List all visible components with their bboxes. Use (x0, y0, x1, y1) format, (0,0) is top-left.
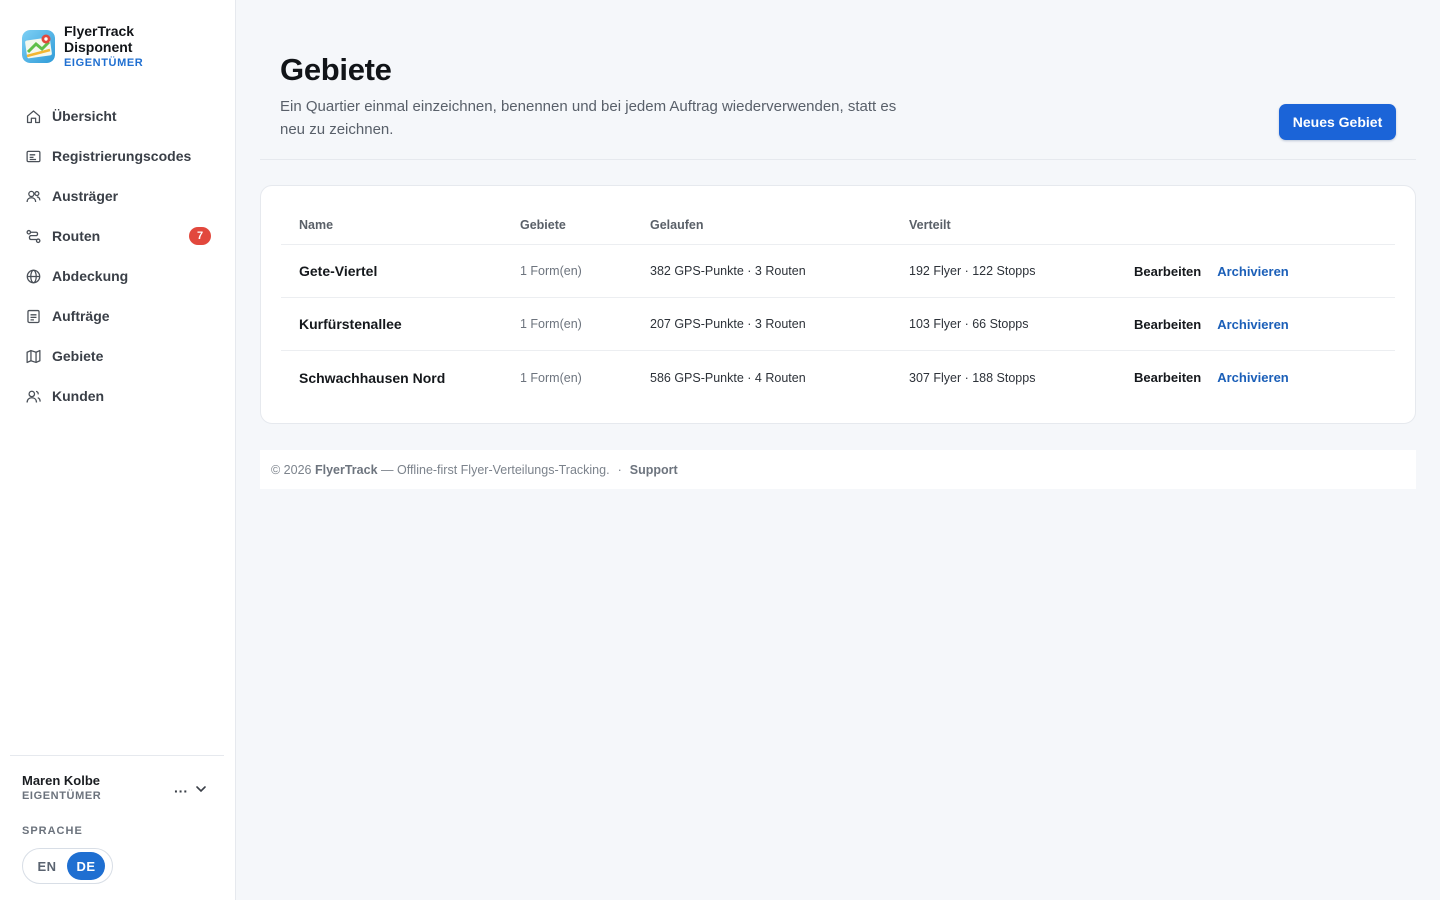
sidebar-item-kunden[interactable]: Kunden (14, 376, 222, 416)
sidebar-item-label: Registrierungscodes (52, 148, 192, 164)
archive-link[interactable]: Archivieren (1217, 370, 1289, 385)
sidebar-item-abdeckung[interactable]: Abdeckung (14, 256, 222, 296)
sidebar-item-label: Routen (52, 228, 101, 244)
table-header: Name Gebiete Gelaufen Verteilt (281, 206, 1395, 245)
area-distributed: 192 Flyer · 122 Stopps (909, 264, 1036, 278)
area-name: Schwachhausen Nord (299, 369, 446, 386)
archive-link[interactable]: Archivieren (1217, 264, 1289, 279)
sidebar-nav: Übersicht Registrierungscodes Austräger … (14, 96, 222, 416)
table-row: Gete-Viertel 1 Form(en) 382 GPS-Punkte ·… (281, 245, 1395, 298)
brand-name: FlyerTrack Disponent (64, 23, 135, 55)
area-distributed: 307 Flyer · 188 Stopps (909, 370, 1036, 385)
archive-link[interactable]: Archivieren (1217, 317, 1289, 332)
row-actions: Bearbeiten Archivieren (1134, 264, 1395, 279)
sidebar-item-uebersicht[interactable]: Übersicht (14, 96, 222, 136)
code-card-icon (24, 147, 42, 165)
globe-icon (24, 267, 42, 285)
more-icon: ··· (174, 782, 188, 799)
footer-separator: · (617, 462, 622, 477)
language-option-de[interactable]: DE (67, 852, 105, 880)
sidebar-item-austraeger[interactable]: Austräger (14, 176, 222, 216)
language-option-en[interactable]: EN (27, 852, 67, 880)
customers-icon (24, 387, 42, 405)
sidebar-item-registrierungscodes[interactable]: Registrierungscodes (14, 136, 222, 176)
sidebar-item-label: Kunden (52, 388, 105, 404)
app-logo-icon (22, 30, 55, 63)
language-toggle: EN DE (22, 848, 113, 884)
page-subtitle: Ein Quartier einmal einzeichnen, benenne… (280, 98, 897, 138)
area-walked: 207 GPS-Punkte · 3 Routen (650, 317, 806, 331)
user-profile[interactable]: Maren Kolbe EIGENTÜMER ··· (10, 756, 224, 816)
main-content: Gebiete Ein Quartier einmal einzeichnen,… (236, 0, 1440, 900)
home-icon (24, 107, 42, 125)
column-header-verteilt[interactable]: Verteilt (909, 218, 1134, 232)
sidebar-item-label: Abdeckung (52, 268, 129, 284)
sidebar-item-label: Gebiete (52, 348, 104, 364)
column-header-gebiete[interactable]: Gebiete (520, 218, 650, 232)
areas-table-card: Name Gebiete Gelaufen Verteilt Gete-Vier… (260, 185, 1416, 424)
brand[interactable]: FlyerTrack Disponent EIGENTÜMER (22, 23, 154, 69)
column-header-gelaufen[interactable]: Gelaufen (650, 218, 909, 232)
sidebar-item-label: Übersicht (52, 108, 117, 124)
sidebar: FlyerTrack Disponent EIGENTÜMER Übersich… (0, 0, 236, 900)
area-walked: 382 GPS-Punkte · 3 Routen (650, 264, 806, 278)
area-walked: 586 GPS-Punkte · 4 Routen (650, 370, 806, 385)
area-name: Gete-Viertel (299, 263, 378, 279)
sidebar-item-label: Austräger (52, 188, 119, 204)
column-header-name[interactable]: Name (281, 218, 520, 232)
area-distributed: 103 Flyer · 66 Stopps (909, 317, 1029, 331)
area-name: Kurfürstenallee (299, 316, 402, 332)
sidebar-item-auftraege[interactable]: Aufträge (14, 296, 222, 336)
area-shapes: 1 Form(en) (520, 370, 582, 385)
sidebar-item-label: Aufträge (52, 308, 110, 324)
page-title: Gebiete (280, 52, 392, 87)
new-area-button[interactable]: Neues Gebiet (1279, 104, 1396, 140)
edit-button[interactable]: Bearbeiten (1134, 317, 1201, 332)
row-actions: Bearbeiten Archivieren (1134, 317, 1395, 332)
map-icon (24, 347, 42, 365)
area-shapes: 1 Form(en) (520, 317, 582, 331)
row-actions: Bearbeiten Archivieren (1134, 370, 1395, 385)
areas-table: Name Gebiete Gelaufen Verteilt Gete-Vier… (281, 206, 1395, 404)
page-footer: © 2026 FlyerTrack — Offline-first Flyer-… (260, 450, 1416, 489)
footer-tagline: — Offline-first Flyer-Verteilungs-Tracki… (381, 462, 610, 477)
routes-count-badge: 7 (189, 227, 211, 245)
language-label: SPRACHE (22, 825, 83, 837)
area-shapes: 1 Form(en) (520, 264, 582, 278)
edit-button[interactable]: Bearbeiten (1134, 264, 1201, 279)
table-row: Kurfürstenallee 1 Form(en) 207 GPS-Punkt… (281, 298, 1395, 351)
header-divider (260, 159, 1416, 160)
sidebar-item-gebiete[interactable]: Gebiete (14, 336, 222, 376)
sidebar-item-routen[interactable]: Routen 7 (14, 216, 222, 256)
footer-copyright: © 2026 (271, 462, 312, 477)
chevron-down-icon (194, 782, 208, 799)
user-menu-button[interactable]: ··· (174, 782, 208, 799)
table-row: Schwachhausen Nord 1 Form(en) 586 GPS-Pu… (281, 351, 1395, 404)
footer-brand: FlyerTrack (314, 462, 378, 477)
sidebar-footer: Maren Kolbe EIGENTÜMER ··· SPRACHE EN DE (10, 755, 224, 884)
people-icon (24, 187, 42, 205)
route-icon (24, 227, 42, 245)
support-link[interactable]: Support (630, 463, 678, 477)
document-icon (24, 307, 42, 325)
edit-button[interactable]: Bearbeiten (1134, 370, 1201, 385)
brand-role: EIGENTÜMER (64, 57, 144, 69)
